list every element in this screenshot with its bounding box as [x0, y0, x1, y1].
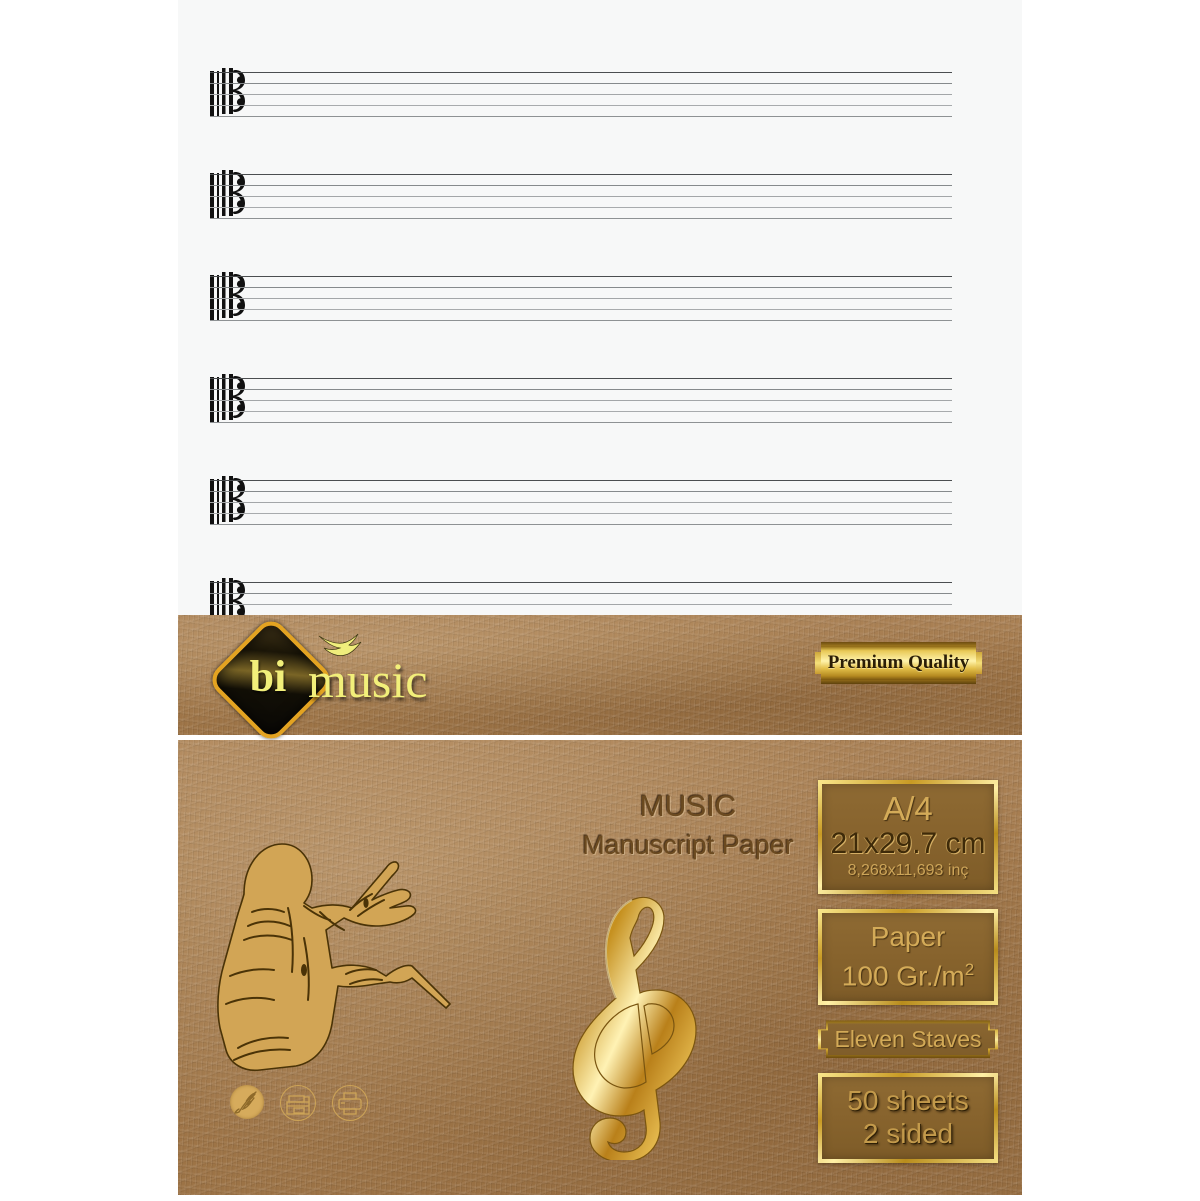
printer-icon	[332, 1085, 368, 1121]
paper-weight-value: 100 Gr./m	[841, 960, 965, 992]
paper-weight-exponent: 2	[964, 960, 975, 979]
staff-line	[210, 411, 952, 412]
staff-line	[210, 513, 952, 514]
cover-panel: MUSIC Manuscript Paper A/4 21x29.7 cm 8,…	[178, 740, 1022, 1195]
premium-quality-badge: Premium Quality	[815, 642, 982, 684]
staff-2	[210, 170, 952, 219]
staff-line	[210, 389, 952, 390]
staff-line	[210, 276, 952, 277]
staff-line	[210, 524, 952, 525]
staves-count-plaque: Eleven Staves	[818, 1020, 998, 1058]
staff-line	[210, 320, 952, 321]
staff-line	[210, 174, 952, 175]
staff-line	[210, 582, 952, 583]
staff-line	[210, 116, 952, 117]
staff-line	[210, 480, 952, 481]
size-spec-box: A/4 21x29.7 cm 8,268x11,693 inç	[818, 780, 998, 894]
manuscript-staff-sheet	[178, 0, 1022, 627]
staff-line	[210, 287, 952, 288]
staff-line	[210, 502, 952, 503]
title-line-1: MUSIC	[639, 790, 737, 823]
badge-face: Premium Quality	[821, 646, 976, 680]
staff-line	[210, 604, 952, 605]
brand-band: bi music Premium Quality	[178, 614, 1022, 746]
brand-logo-text: bi	[249, 651, 287, 701]
usage-icons-row	[230, 1085, 368, 1121]
paper-label: Paper	[870, 921, 946, 952]
title-line-2: Manuscript Paper	[582, 830, 794, 860]
staff-line	[210, 218, 952, 219]
premium-quality-label: Premium Quality	[827, 652, 970, 673]
staff-line	[210, 207, 952, 208]
sided-info: 2 sided	[862, 1118, 954, 1150]
staves-plaque-face: Eleven Staves	[821, 1023, 995, 1055]
staff-line	[210, 378, 952, 379]
sheets-spec-box: 50 sheets 2 sided	[818, 1073, 998, 1164]
staff-line	[210, 298, 952, 299]
photocopier-icon	[280, 1085, 316, 1121]
bird-icon	[317, 633, 365, 663]
staff-line	[210, 196, 952, 197]
paper-size-metric: 21x29.7 cm	[830, 827, 986, 860]
staff-line	[210, 185, 952, 186]
staff-line	[210, 83, 952, 84]
paper-size-imperial: 8,268x11,693 inç	[847, 862, 969, 879]
paper-weight-box: Paper 100 Gr./m2	[818, 909, 998, 1006]
page-title: MUSIC Manuscript Paper	[548, 788, 828, 864]
staff-1	[210, 68, 952, 117]
staff-4	[210, 374, 952, 423]
treble-clef-icon	[540, 890, 720, 1163]
sheet-count: 50 sheets	[847, 1085, 969, 1117]
paper-format: A/4	[883, 790, 933, 827]
paper-weight: 100 Gr./m2	[826, 953, 990, 992]
staves-count-label: Eleven Staves	[834, 1025, 982, 1052]
staff-5	[210, 476, 952, 525]
staff-3	[210, 272, 952, 321]
staff-line	[210, 400, 952, 401]
staff-line	[210, 491, 952, 492]
staff-line	[210, 105, 952, 106]
staff-line	[210, 72, 952, 73]
quill-pen-icon	[230, 1085, 264, 1119]
staff-line	[210, 309, 952, 310]
spec-boxes: A/4 21x29.7 cm 8,268x11,693 inç Paper 10…	[818, 780, 998, 1178]
conductor-silhouette-icon	[200, 808, 460, 1083]
staff-line	[210, 593, 952, 594]
staff-line	[210, 94, 952, 95]
staff-line	[210, 422, 952, 423]
